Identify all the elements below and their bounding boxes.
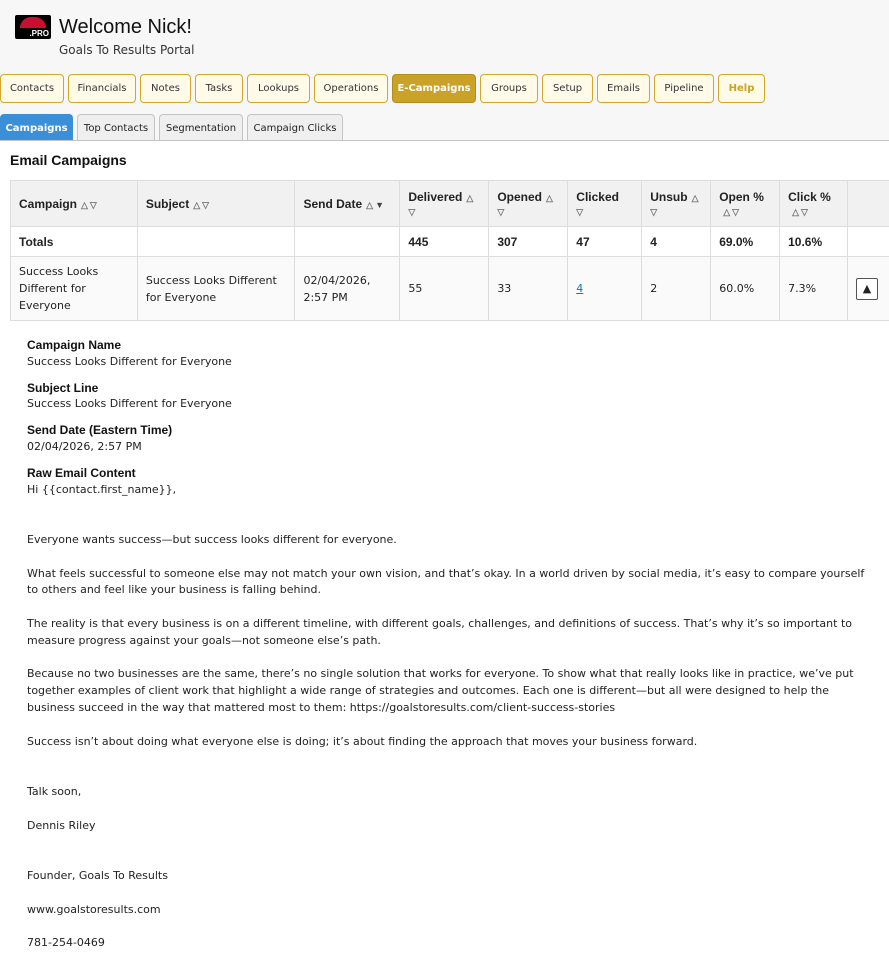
clicked-link[interactable]: 4	[576, 282, 583, 295]
panel-title: Email Campaigns	[10, 152, 127, 168]
total-delivered: 445	[399, 226, 490, 257]
col-open-pct[interactable]: Open % △▽	[710, 180, 781, 227]
logo-text: .PRO	[29, 29, 49, 38]
cell-send-date: 02/04/2026, 2:57 PM	[294, 256, 401, 321]
nav-tasks[interactable]: Tasks	[195, 74, 243, 103]
total-open-pct: 69.0%	[710, 226, 781, 257]
cell-delivered: 55	[399, 256, 490, 321]
subject-line-label: Subject Line	[27, 380, 99, 395]
sort-icon[interactable]: △▽	[792, 207, 810, 217]
col-send-date[interactable]: Send Date △▼	[294, 180, 401, 227]
campaigns-table: Campaign △▽ Subject △▽ Send Date △▼ Deliver…	[10, 180, 889, 321]
subject-line-value: Success Looks Different for Everyone	[27, 397, 232, 411]
col-clicked[interactable]: Clicked ▽	[567, 180, 643, 227]
total-click-pct: 10.6%	[779, 226, 849, 257]
nav-financials[interactable]: Financials	[68, 74, 136, 103]
sort-icon[interactable]: △▽	[81, 200, 99, 210]
caret-up-icon: ▲	[862, 282, 872, 295]
campaign-detail: Campaign Name Success Looks Different fo…	[27, 337, 877, 952]
nav-e-campaigns[interactable]: E-Campaigns	[392, 74, 476, 103]
welcome-title: Welcome Nick!	[59, 16, 192, 38]
total-clicked: 47	[567, 226, 643, 257]
header-row: Campaign △▽ Subject △▽ Send Date △▼ Deliver…	[10, 180, 889, 227]
pro-logo: .PRO	[15, 15, 51, 39]
nav-notes[interactable]: Notes	[140, 74, 191, 103]
campaigns-panel: Email Campaigns Campaign △▽ Subject △▽ Sen…	[0, 140, 889, 963]
cell-actions: ▲	[847, 256, 889, 321]
raw-content-label: Raw Email Content	[27, 465, 136, 480]
sort-icon[interactable]: ▽	[576, 207, 585, 217]
umbrella-icon	[20, 17, 46, 28]
sort-desc-icon[interactable]: △▼	[366, 200, 386, 210]
col-click-pct[interactable]: Click % △▽	[779, 180, 849, 227]
tab-top-contacts[interactable]: Top Contacts	[77, 114, 155, 141]
table-row[interactable]: Success Looks Different for Everyone Suc…	[10, 256, 889, 321]
tab-campaigns[interactable]: Campaigns	[0, 114, 73, 141]
raw-email-content: Hi {{contact.first_name}}, Everyone want…	[27, 482, 865, 950]
totals-label: Totals	[10, 226, 138, 257]
portal-subtitle: Goals To Results Portal	[59, 43, 195, 57]
nav-groups[interactable]: Groups	[480, 74, 538, 103]
campaign-name-label: Campaign Name	[27, 338, 122, 352]
col-subject[interactable]: Subject △▽	[136, 180, 296, 227]
nav-setup[interactable]: Setup	[542, 74, 593, 103]
send-date-label: Send Date (Eastern Time)	[27, 423, 173, 438]
cell-clicked: 4	[567, 256, 643, 321]
sort-icon[interactable]: △▽	[723, 207, 741, 217]
total-unsub: 4	[641, 226, 712, 257]
cell-open-pct: 60.0%	[710, 256, 781, 321]
totals-row: Totals 445 307 47 4 69.0% 10.6%	[10, 226, 889, 257]
cell-click-pct: 7.3%	[779, 256, 849, 321]
col-campaign[interactable]: Campaign △▽	[10, 180, 138, 227]
tab-campaign-clicks[interactable]: Campaign Clicks	[247, 114, 343, 141]
nav-pipeline[interactable]: Pipeline	[654, 74, 714, 103]
send-date-value: 02/04/2026, 2:57 PM	[27, 439, 142, 453]
nav-operations[interactable]: Operations	[314, 74, 388, 103]
header: .PRO Welcome Nick! Goals To Results Port…	[0, 0, 889, 68]
nav-lookups[interactable]: Lookups	[247, 74, 310, 103]
campaign-name-value: Success Looks Different for Everyone	[27, 354, 232, 368]
nav-emails[interactable]: Emails	[597, 74, 650, 103]
nav-contacts[interactable]: Contacts	[0, 74, 64, 103]
col-opened[interactable]: Opened △ ▽	[488, 180, 569, 227]
cell-opened: 33	[488, 256, 569, 321]
sort-icon[interactable]: △▽	[193, 200, 211, 210]
col-delivered[interactable]: Delivered △ ▽	[399, 180, 490, 227]
total-opened: 307	[488, 226, 569, 257]
nav-help[interactable]: Help	[718, 74, 765, 103]
tab-segmentation[interactable]: Segmentation	[159, 114, 243, 141]
col-actions	[847, 180, 889, 227]
cell-unsub: 2	[641, 256, 712, 321]
col-unsub[interactable]: Unsub △ ▽	[641, 180, 712, 227]
collapse-toggle-button[interactable]: ▲	[856, 277, 879, 300]
cell-campaign: Success Looks Different for Everyone	[10, 256, 138, 321]
cell-subject: Success Looks Different for Everyone	[136, 256, 296, 321]
